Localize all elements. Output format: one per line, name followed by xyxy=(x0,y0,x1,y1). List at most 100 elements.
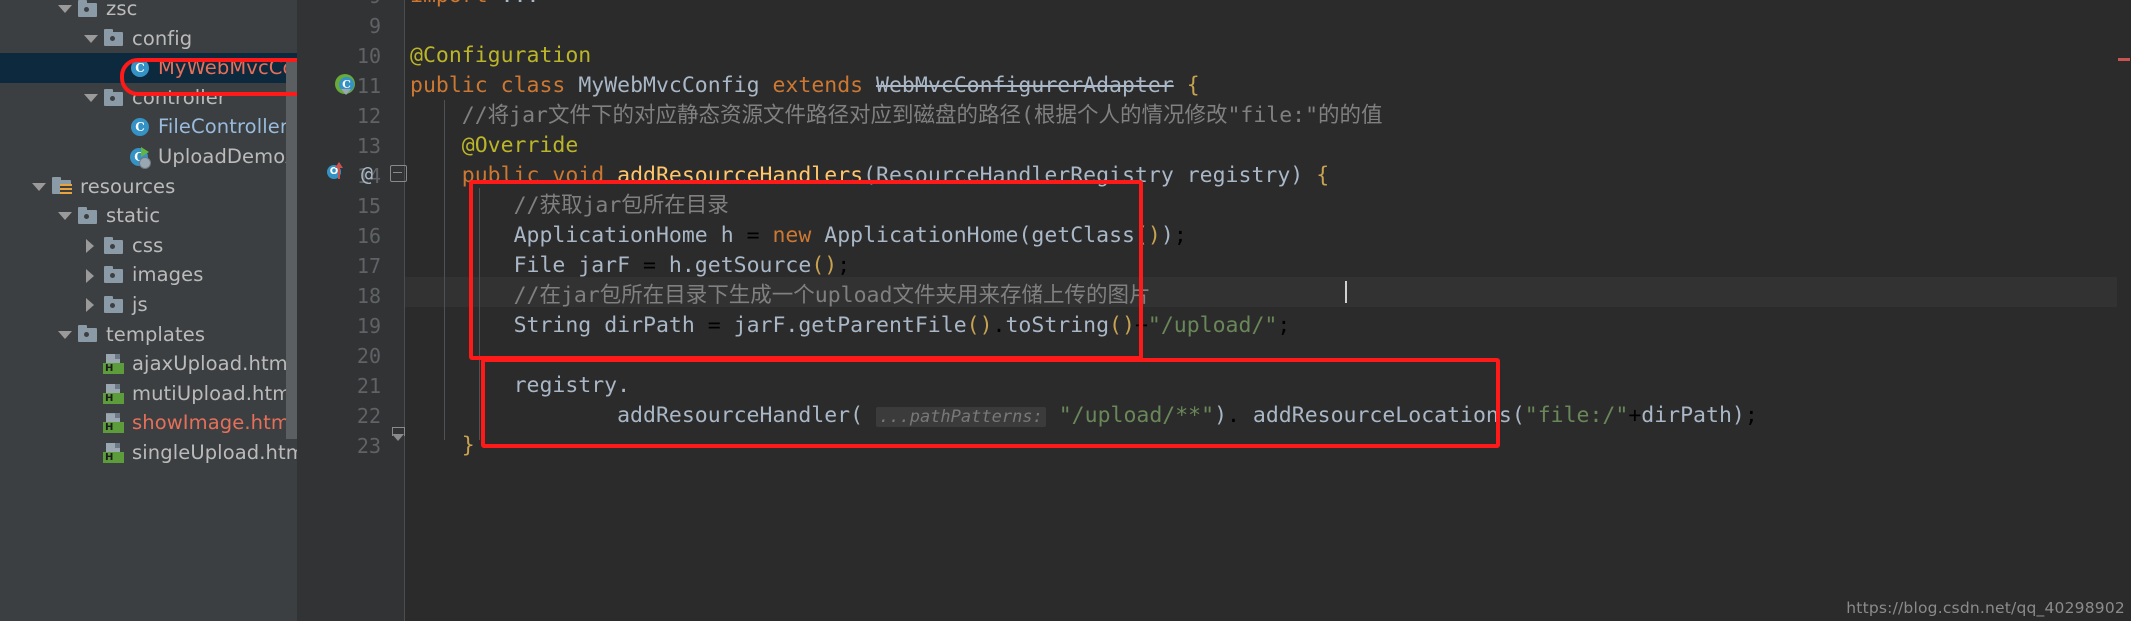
tree-item-label: images xyxy=(132,263,204,287)
code-line[interactable]: 22 addResourceHandler( ...pathPatterns: … xyxy=(297,401,2131,431)
tree-item-templates[interactable]: templates xyxy=(0,320,297,350)
line-number: 9 xyxy=(368,14,381,38)
chevron-right-icon[interactable] xyxy=(84,239,97,254)
code-line[interactable]: 19 String dirPath = jarF.getParentFile()… xyxy=(297,311,2131,341)
line-number: 15 xyxy=(356,194,381,218)
folder-icon xyxy=(103,28,125,48)
tree-item-label: resources xyxy=(80,174,176,198)
line-number: 20 xyxy=(356,344,381,368)
java-class-icon: C xyxy=(129,117,151,137)
code-lines[interactable]: 9 import ... 9 10 @Configuration 11public cla… xyxy=(297,0,2131,621)
code-editor[interactable]: 9 import ... 9 10 @Configuration 11public cla… xyxy=(297,0,2131,621)
tree-item-label: css xyxy=(132,233,164,257)
chevron-down-icon[interactable] xyxy=(58,328,72,341)
error-marker[interactable] xyxy=(2118,58,2130,61)
code-line-text: } xyxy=(461,433,475,458)
line-number: 23 xyxy=(356,434,381,458)
no-chevron-spacer xyxy=(84,417,97,430)
tree-item-ajaxupload-html[interactable]: HajaxUpload.html xyxy=(0,349,297,379)
html-file-icon: H xyxy=(103,442,125,463)
folder-icon xyxy=(77,324,99,344)
tree-item-static[interactable]: static xyxy=(0,201,297,231)
indent-guide xyxy=(479,188,480,440)
code-line[interactable]: 12 //将jar文件下的对应静态资源文件路径对应到磁盘的路径(根据个人的情况修… xyxy=(297,101,2131,131)
annotation-box-selected-class xyxy=(120,58,297,96)
tree-item-label: mutiUpload.html xyxy=(132,381,297,405)
code-line[interactable]: 14 public void addResourceHandlers(Resou… xyxy=(297,161,2131,191)
code-line[interactable]: 21 registry. xyxy=(297,371,2131,401)
code-line-text: //将jar文件下的对应静态资源文件路径对应到磁盘的路径(根据个人的情况修改"f… xyxy=(461,103,1383,128)
html-file-icon: H xyxy=(103,413,125,434)
code-line[interactable]: 23 } xyxy=(297,431,2131,461)
code-line[interactable]: 10 @Configuration xyxy=(297,41,2131,71)
tree-item-showimage-html[interactable]: HshowImage.html xyxy=(0,408,297,438)
code-line[interactable]: 9 xyxy=(297,11,2131,41)
chevron-down-icon[interactable] xyxy=(84,32,98,45)
code-line-text: @Override xyxy=(461,133,579,158)
folder-icon xyxy=(77,206,99,226)
ide-window: zscconfigCMyWebMvcConficontrollerCFileCo… xyxy=(0,0,2131,621)
annotation-gutter-icon[interactable]: @ xyxy=(361,162,373,186)
code-line-text: public class MyWebMvcConfig extends WebM… xyxy=(410,73,1200,98)
code-line[interactable]: 9 import ... xyxy=(297,0,2131,11)
line-number: 16 xyxy=(356,224,381,248)
code-line-text: @Configuration xyxy=(410,43,592,68)
tree-item-singleupload-html[interactable]: HsingleUpload.html xyxy=(0,438,297,468)
no-chevron-spacer xyxy=(84,387,97,400)
tree-item-zsc[interactable]: zsc xyxy=(0,0,297,24)
folder-icon xyxy=(103,265,125,285)
chevron-right-icon[interactable] xyxy=(84,298,97,313)
fold-marker-top-icon[interactable] xyxy=(390,0,404,16)
chevron-right-icon[interactable] xyxy=(84,268,97,283)
folder-icon xyxy=(77,0,99,19)
fold-collapse-icon[interactable] xyxy=(390,165,407,182)
tree-item-label: UploadDemoApplica xyxy=(158,144,297,168)
spring-bean-gutter-icon[interactable]: C xyxy=(335,74,357,96)
override-method-gutter-icon[interactable]: O xyxy=(327,162,351,186)
tree-item-label: FileController xyxy=(158,115,288,139)
code-line[interactable]: 18 //在jar包所在目录下生成一个upload文件夹用来存储上传的图片 xyxy=(297,281,2131,311)
no-chevron-spacer xyxy=(84,357,97,370)
line-number: 9 xyxy=(297,0,381,11)
html-file-icon: H xyxy=(103,353,125,374)
code-line-text: ApplicationHome h = new ApplicationHome(… xyxy=(513,223,1187,248)
tree-item-label: ajaxUpload.html xyxy=(132,352,294,376)
tree-item-config[interactable]: config xyxy=(0,24,297,54)
tree-item-resources[interactable]: resources xyxy=(0,172,297,202)
fold-end-icon[interactable] xyxy=(392,427,405,441)
code-line-text: registry. xyxy=(513,373,631,398)
code-line[interactable]: 15 //获取jar包所在目录 xyxy=(297,191,2131,221)
code-line-text: addResourceHandler( ...pathPatterns: "/u… xyxy=(617,403,1758,428)
line-number: 13 xyxy=(356,134,381,158)
project-tree-panel[interactable]: zscconfigCMyWebMvcConficontrollerCFileCo… xyxy=(0,0,297,621)
tree-item-css[interactable]: css xyxy=(0,231,297,261)
code-line[interactable]: 16 ApplicationHome h = new ApplicationHo… xyxy=(297,221,2131,251)
code-line-text: public void addResourceHandlers(Resource… xyxy=(461,163,1330,188)
line-number: 18 xyxy=(356,284,381,308)
editor-marker-strip[interactable] xyxy=(2117,0,2131,621)
code-line[interactable]: 13 @Override xyxy=(297,131,2131,161)
html-file-icon: H xyxy=(103,383,125,404)
chevron-down-icon[interactable] xyxy=(58,209,72,222)
code-line-text: import ... xyxy=(410,0,539,11)
line-number: 12 xyxy=(356,104,381,128)
code-line[interactable]: 17 File jarF = h.getSource(); xyxy=(297,251,2131,281)
chevron-down-icon[interactable] xyxy=(84,91,98,104)
code-line[interactable]: 11 public class MyWebMvcConfig extends We… xyxy=(297,71,2131,101)
tree-item-filecontroller[interactable]: C FileController xyxy=(0,112,297,142)
tree-item-label: config xyxy=(132,26,193,50)
tree-item-mutiupload-html[interactable]: HmutiUpload.html xyxy=(0,379,297,409)
chevron-down-icon[interactable] xyxy=(32,180,46,193)
chevron-down-icon[interactable] xyxy=(58,2,72,15)
code-line[interactable]: 20 xyxy=(297,341,2131,371)
spring-boot-class-icon: C xyxy=(129,146,151,169)
code-line-text: //在jar包所在目录下生成一个upload文件夹用来存储上传的图片 xyxy=(513,283,1151,308)
tree-item-images[interactable]: images xyxy=(0,260,297,290)
tree-item-js[interactable]: js xyxy=(0,290,297,320)
watermark-url: https://blog.csdn.net/qq_40298902 xyxy=(1846,599,2125,617)
tree-item-label: static xyxy=(106,204,161,228)
project-tree-scrollbar[interactable] xyxy=(286,59,297,439)
folder-icon xyxy=(103,88,125,108)
folder-icon xyxy=(103,295,125,315)
tree-item-uploaddemoapplica[interactable]: C UploadDemoApplica xyxy=(0,142,297,172)
